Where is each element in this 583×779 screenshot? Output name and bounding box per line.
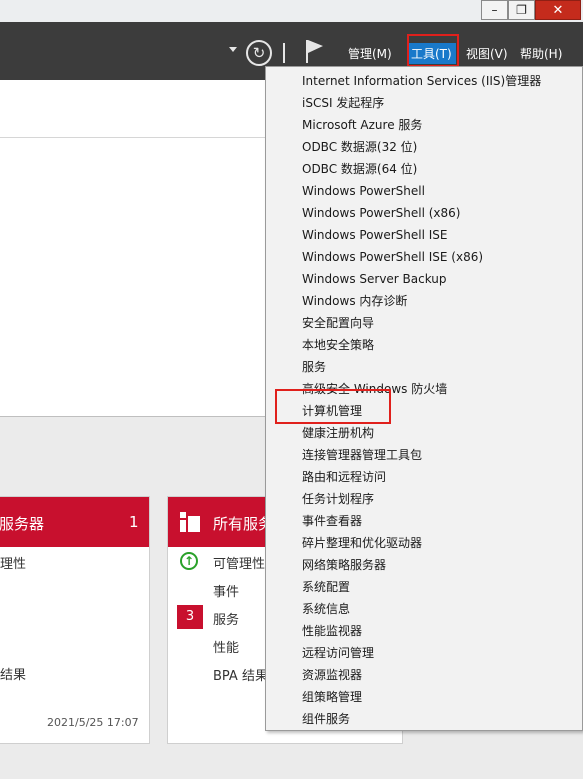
menu-item-iis-manager[interactable]: Internet Information Services (IIS)管理器 — [302, 70, 541, 92]
menu-item-memory-diagnostic[interactable]: Windows 内存诊断 — [302, 290, 407, 312]
menu-item-odbc-64[interactable]: ODBC 数据源(64 位) — [302, 158, 417, 180]
window-titlebar: – ❐ ✕ — [0, 0, 583, 22]
computer-management-highlight-box — [275, 389, 391, 424]
menu-item-odbc-32[interactable]: ODBC 数据源(32 位) — [302, 136, 417, 158]
servers-tile-row-manageability[interactable]: 理性 — [0, 553, 26, 572]
maximize-button[interactable]: ❐ — [508, 0, 535, 20]
servers-tile-row-bpa[interactable]: 结果 — [0, 664, 26, 683]
all-servers-row-events[interactable]: 事件 — [213, 581, 239, 600]
menu-item-system-information[interactable]: 系统信息 — [302, 598, 350, 620]
menu-item-group-policy-management[interactable]: 组策略管理 — [302, 686, 362, 708]
services-alert-badge: 3 — [177, 605, 203, 629]
menu-item-security-config-wizard[interactable]: 安全配置向导 — [302, 312, 374, 334]
menu-item-network-policy-server[interactable]: 网络策略服务器 — [302, 554, 386, 576]
menu-item-health-registration[interactable]: 健康注册机构 — [302, 422, 374, 444]
all-servers-row-bpa[interactable]: BPA 结果 — [213, 665, 268, 684]
menu-item-services[interactable]: 服务 — [302, 356, 326, 378]
menu-item-resource-monitor[interactable]: 资源监视器 — [302, 664, 362, 686]
menu-item-system-configuration[interactable]: 系统配置 — [302, 576, 350, 598]
all-servers-row-manageability[interactable]: 可管理性 — [213, 553, 265, 572]
menu-item-routing-remote-access[interactable]: 路由和远程访问 — [302, 466, 386, 488]
menu-item-powershell-ise[interactable]: Windows PowerShell ISE — [302, 224, 448, 246]
menu-item-powershell-x86[interactable]: Windows PowerShell (x86) — [302, 202, 460, 224]
menu-manage[interactable]: 管理(M) — [348, 45, 392, 62]
menu-item-azure-services[interactable]: Microsoft Azure 服务 — [302, 114, 422, 136]
minimize-button[interactable]: – — [481, 0, 508, 20]
menu-item-powershell-ise-x86[interactable]: Windows PowerShell ISE (x86) — [302, 246, 483, 268]
all-servers-tile-title: 所有服务 — [213, 515, 274, 533]
menu-item-performance-monitor[interactable]: 性能监视器 — [302, 620, 362, 642]
tools-menu-highlight-box — [407, 34, 459, 67]
servers-tile-title: 服务器 — [0, 515, 45, 533]
menu-item-cmak[interactable]: 连接管理器管理工具包 — [302, 444, 422, 466]
menu-view[interactable]: 视图(V) — [466, 45, 508, 62]
servers-grid-icon — [180, 512, 200, 532]
menu-item-iscsi-initiator[interactable]: iSCSI 发起程序 — [302, 92, 384, 114]
servers-tile-timestamp: 2021/5/25 17:07 — [47, 716, 139, 729]
toolbar-divider — [283, 43, 285, 63]
status-ok-up-icon: ↑ — [180, 552, 198, 570]
menu-item-defragment[interactable]: 碎片整理和优化驱动器 — [302, 532, 422, 554]
menu-item-remote-access-management[interactable]: 远程访问管理 — [302, 642, 374, 664]
nav-dropdown-caret-icon[interactable] — [229, 47, 237, 52]
content-header-strip — [0, 80, 300, 138]
servers-tile[interactable]: 服务器 1 — [0, 496, 150, 744]
menu-item-server-backup[interactable]: Windows Server Backup — [302, 268, 447, 290]
notifications-flag-icon[interactable] — [304, 38, 326, 64]
servers-tile-count: 1 — [129, 513, 139, 531]
menu-item-task-scheduler[interactable]: 任务计划程序 — [302, 488, 374, 510]
menu-item-event-viewer[interactable]: 事件查看器 — [302, 510, 362, 532]
all-servers-row-performance[interactable]: 性能 — [213, 637, 239, 656]
close-button[interactable]: ✕ — [535, 0, 581, 20]
menu-item-local-security-policy[interactable]: 本地安全策略 — [302, 334, 374, 356]
menu-item-component-services[interactable]: 组件服务 — [302, 708, 350, 730]
menu-item-powershell[interactable]: Windows PowerShell — [302, 180, 425, 202]
menu-help[interactable]: 帮助(H) — [520, 45, 562, 62]
refresh-icon[interactable]: ↻ — [246, 40, 272, 66]
content-panel — [0, 140, 300, 417]
servers-tile-header[interactable]: 服务器 1 — [0, 497, 149, 547]
all-servers-row-services[interactable]: 服务 — [213, 609, 239, 628]
